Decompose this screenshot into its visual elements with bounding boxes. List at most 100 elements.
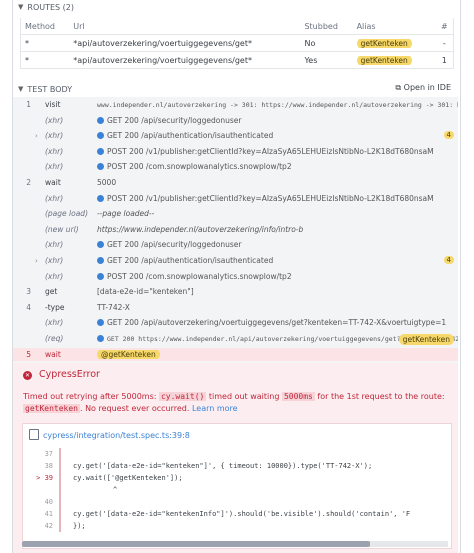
external-link-icon: ⧉ bbox=[395, 83, 402, 92]
code-gutter bbox=[59, 496, 61, 508]
learn-more-link[interactable]: Learn more bbox=[192, 404, 238, 413]
command-row[interactable]: (xhr) GET 200 /api/security/loggedonuser bbox=[13, 238, 458, 251]
route-stubbed: Yes bbox=[304, 55, 318, 65]
command-name: -type bbox=[45, 302, 65, 312]
line-number: 37 bbox=[44, 450, 53, 458]
xhr-status-dot-icon bbox=[97, 163, 104, 171]
test-body-header[interactable]: ▼ TEST BODY ⧉ Open in IDE bbox=[12, 82, 459, 96]
routes-title: ROUTES (2) bbox=[27, 2, 74, 12]
command-row[interactable]: (xhr) POST 200 /v1/publisher:getClientId?… bbox=[13, 192, 458, 205]
command-name: (xhr) bbox=[45, 115, 64, 125]
command-row[interactable]: 5 wait @getKenteken bbox=[13, 347, 458, 361]
command-row[interactable]: 2 wait 5000 bbox=[13, 176, 458, 189]
command-name: (xhr) bbox=[45, 131, 64, 141]
col-url: Url bbox=[73, 21, 85, 31]
command-number: 2 bbox=[26, 178, 31, 187]
command-name: visit bbox=[45, 100, 61, 109]
command-row[interactable]: (xhr) POST 200 /com.snowplowanalytics.sno… bbox=[13, 160, 458, 173]
code-gutter bbox=[59, 508, 61, 520]
scrollbar-thumb[interactable] bbox=[22, 541, 370, 547]
command-message: https://www.independer.nl/autoverzekerin… bbox=[97, 224, 304, 234]
line-number: 40 bbox=[44, 498, 53, 506]
command-name: (xhr) bbox=[45, 193, 64, 203]
error-icon: ✕ bbox=[23, 371, 32, 380]
command-row[interactable]: 1 visit www.independer.nl/autoverzekering … bbox=[13, 98, 458, 111]
code-line: 40 bbox=[23, 496, 451, 508]
command-row[interactable]: 3 get [data-e2e-id="kenteken"] bbox=[13, 285, 458, 298]
command-row[interactable]: (page load) --page loaded-- bbox=[13, 207, 458, 220]
expand-icon[interactable]: › bbox=[35, 257, 45, 265]
command-message: GET 200 /api/autoverzekering/voertuiggeg… bbox=[97, 318, 458, 327]
command-name: (xhr) bbox=[45, 146, 64, 156]
horizontal-scrollbar[interactable] bbox=[22, 541, 448, 547]
command-name: (req) bbox=[45, 334, 64, 343]
open-in-ide-button[interactable]: ⧉ Open in IDE bbox=[395, 83, 451, 93]
xhr-status-dot-icon bbox=[97, 319, 104, 327]
command-message: GET 200 /api/authentication/isauthentica… bbox=[97, 256, 458, 265]
command-row[interactable]: (xhr) GET 200 /api/security/loggedonuser bbox=[13, 114, 458, 127]
code-text: cy.get('[data-e2e-id="kentekenInfo"]').s… bbox=[73, 510, 411, 518]
route-count: - bbox=[442, 38, 446, 48]
command-row[interactable]: (xhr) POST 200 /v1/publisher:getClientId?… bbox=[13, 145, 458, 158]
command-row[interactable]: (xhr) POST 200 /com.snowplowanalytics.sno… bbox=[13, 270, 458, 283]
xhr-status-dot-icon bbox=[97, 334, 104, 342]
command-row[interactable]: (xhr) GET 200 /api/autoverzekering/voertu… bbox=[13, 316, 458, 329]
code-line: 37 bbox=[23, 448, 451, 460]
route-url: *api/autoverzekering/voertuiggegevens/ge… bbox=[73, 38, 252, 48]
command-message: @getKenteken bbox=[97, 349, 458, 359]
command-log: 1 visit www.independer.nl/autoverzekering … bbox=[13, 97, 458, 363]
route-alias-badge: getKenteken bbox=[356, 55, 412, 65]
command-message: GET 200 /api/security/loggedonuser bbox=[97, 240, 458, 249]
test-body-title: TEST BODY bbox=[27, 84, 73, 94]
code-line: > 39 cy.wait(['@getKenteken']); bbox=[23, 472, 451, 484]
route-url: *api/autoverzekering/voertuiggegevens/ge… bbox=[73, 55, 252, 65]
route-method: * bbox=[25, 55, 29, 65]
command-name: (new url) bbox=[45, 224, 79, 234]
command-name: (xhr) bbox=[45, 162, 64, 172]
code-gutter bbox=[59, 460, 61, 472]
routes-header-row: Method Url Stubbed Alias # bbox=[21, 18, 453, 34]
line-number: 41 bbox=[44, 510, 53, 518]
count-badge: 4 bbox=[443, 256, 454, 264]
error-message: Timed out retrying after 5000ms: cy.wait… bbox=[23, 392, 445, 413]
command-name: get bbox=[45, 287, 58, 297]
request-alias-badge: getKenteken bbox=[398, 334, 454, 345]
xhr-status-dot-icon bbox=[97, 116, 104, 124]
command-number: 3 bbox=[26, 287, 31, 297]
command-row[interactable]: (new url) https://www.independer.nl/autov… bbox=[13, 223, 458, 236]
code-frame: cypress/integration/test.spec.ts:39:8 37… bbox=[22, 423, 452, 549]
col-stubbed: Stubbed bbox=[304, 21, 338, 31]
routes-section-header[interactable]: ▼ ROUTES (2) bbox=[12, 0, 459, 14]
command-message: --page loaded-- bbox=[97, 209, 155, 219]
file-icon bbox=[29, 429, 39, 440]
command-row[interactable]: › (xhr) GET 200 /api/authentication/isauth… bbox=[13, 129, 458, 142]
command-message: 5000 bbox=[97, 178, 117, 187]
xhr-status-dot-icon bbox=[97, 147, 104, 155]
command-message: POST 200 /v1/publisher:getClientId?key=A… bbox=[97, 194, 458, 203]
code-frame-path-link[interactable]: cypress/integration/test.spec.ts:39:8 bbox=[29, 429, 190, 440]
route-stubbed: No bbox=[304, 38, 316, 48]
command-name: wait bbox=[45, 349, 61, 359]
command-number: 1 bbox=[26, 100, 31, 109]
command-message: TT-742-X bbox=[97, 302, 130, 312]
count-badge: 4 bbox=[443, 131, 454, 140]
col-alias: Alias bbox=[356, 21, 376, 31]
xhr-status-dot-icon bbox=[97, 132, 104, 140]
command-name: (page load) bbox=[45, 209, 88, 219]
chevron-down-icon: ▼ bbox=[18, 85, 24, 93]
code-text: ^ bbox=[113, 486, 118, 494]
code-lines: 37 38 cy.get('[data-e2e-id="kenteken"]', … bbox=[23, 448, 451, 532]
xhr-status-dot-icon bbox=[97, 272, 104, 280]
route-method: * bbox=[25, 38, 29, 48]
command-row[interactable]: › (xhr) GET 200 /api/authentication/isauth… bbox=[13, 254, 458, 267]
code-line: 38 cy.get('[data-e2e-id="kenteken"]', { t… bbox=[23, 460, 451, 472]
col-count: # bbox=[440, 21, 448, 31]
command-row[interactable]: 4 -type TT-742-X bbox=[13, 301, 458, 314]
expand-icon[interactable]: › bbox=[35, 132, 45, 140]
command-number: 4 bbox=[26, 302, 31, 312]
code-gutter bbox=[59, 484, 61, 496]
command-message: GET 200 /api/security/loggedonuser bbox=[97, 116, 458, 125]
command-name: (xhr) bbox=[45, 256, 64, 265]
command-row[interactable]: (req) GET 200 https://www.independer.nl/a… bbox=[13, 332, 458, 345]
command-name: (xhr) bbox=[45, 271, 64, 281]
